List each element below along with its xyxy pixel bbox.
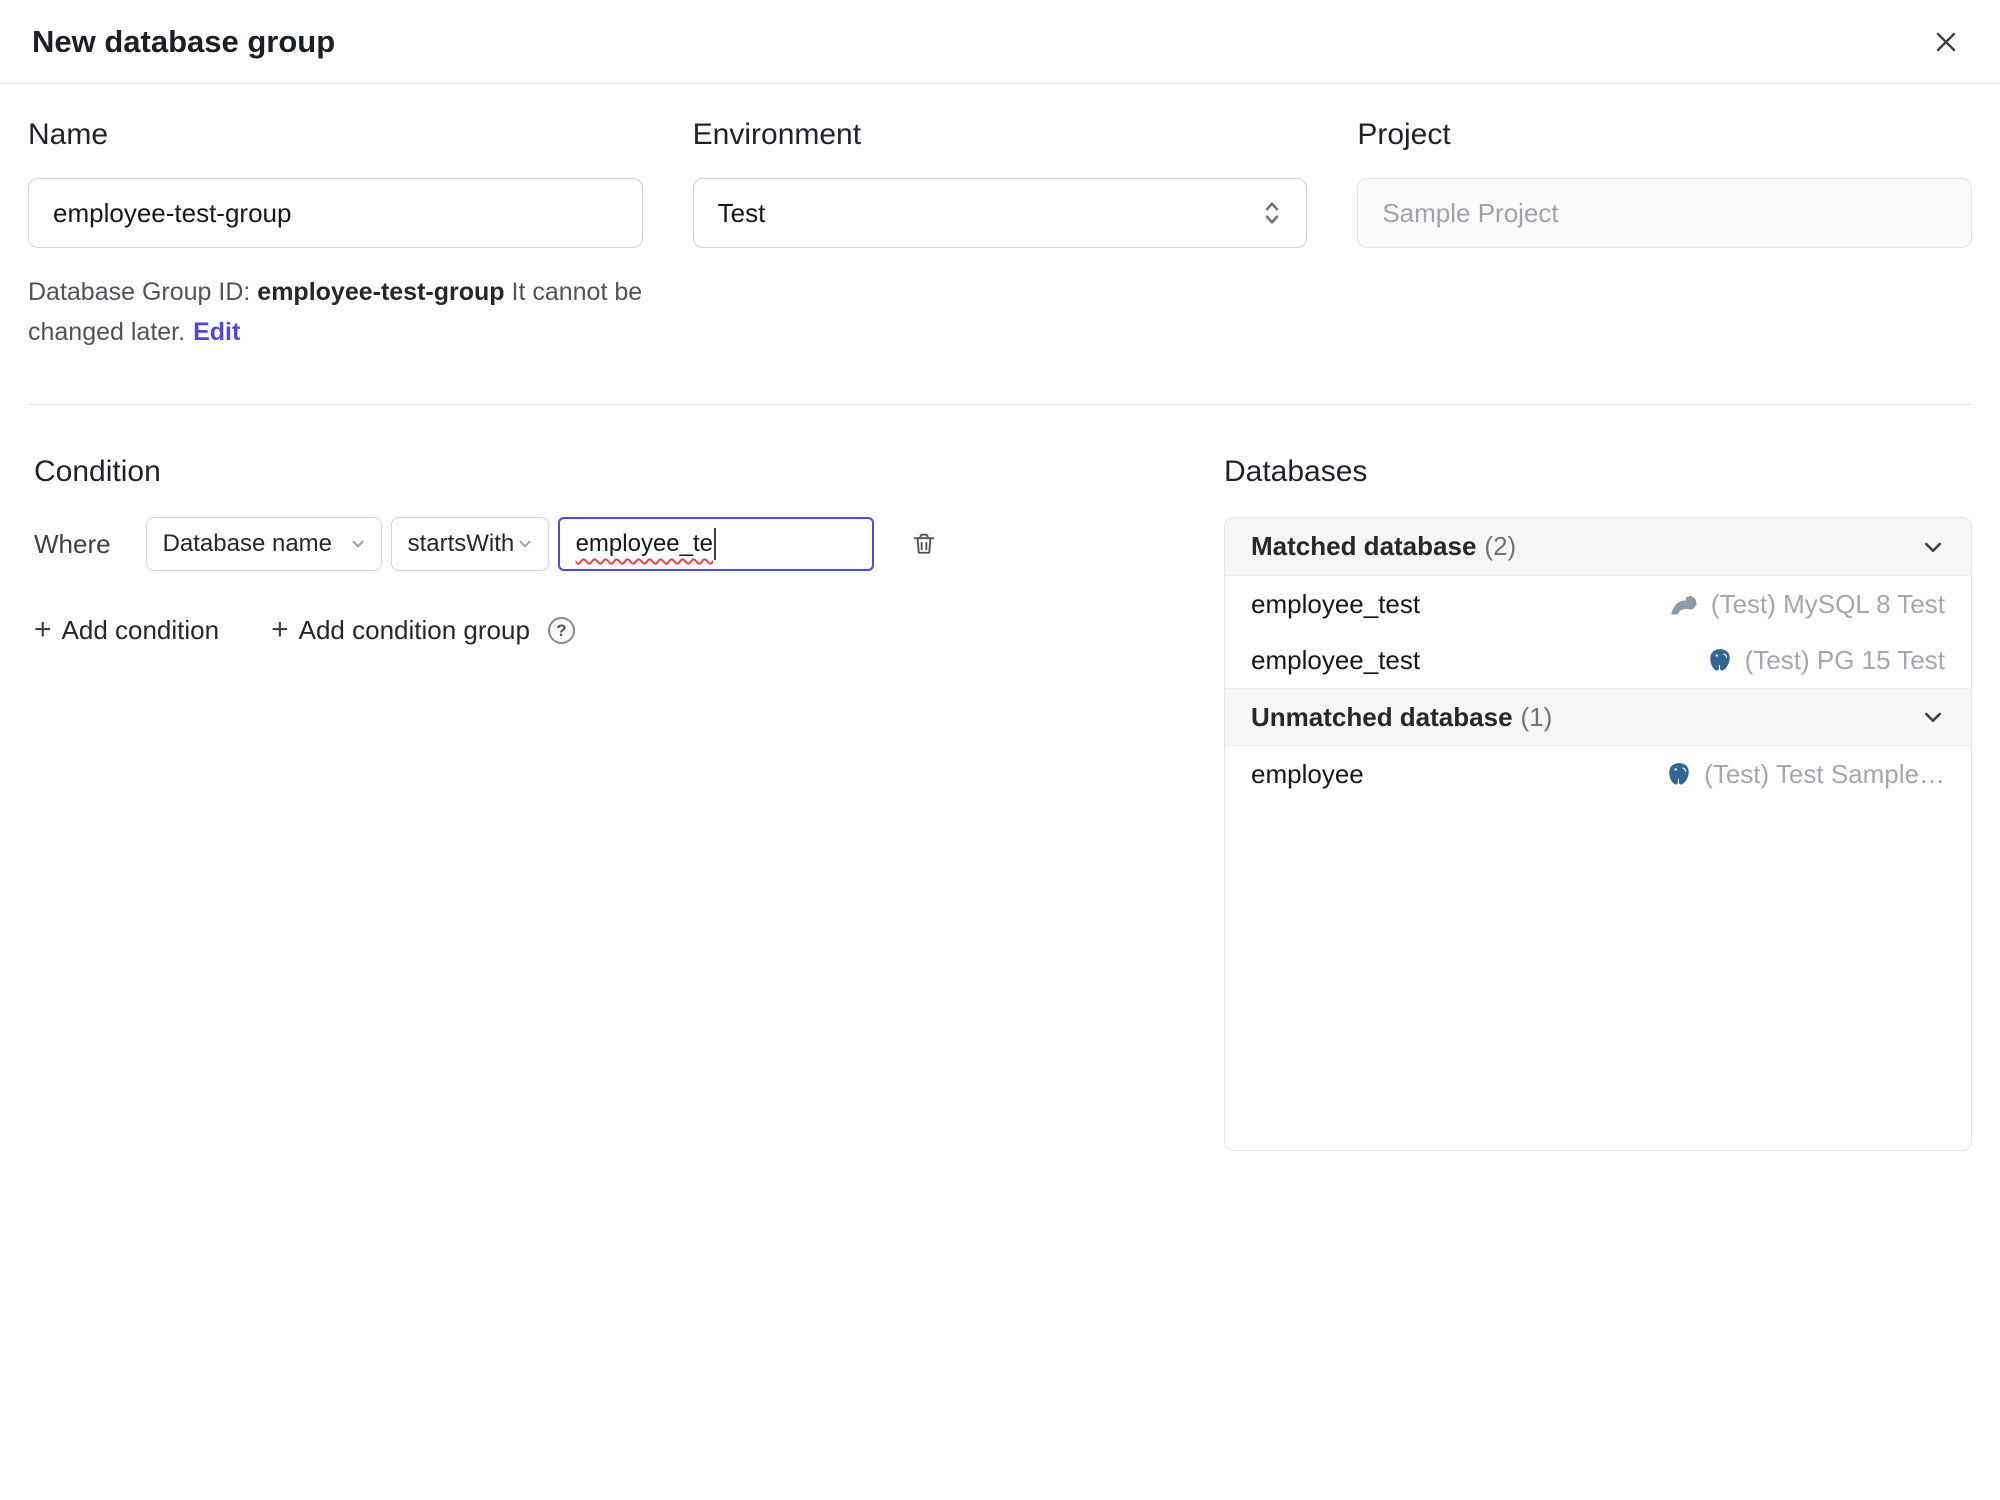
name-input[interactable] bbox=[28, 178, 643, 248]
delete-condition-button[interactable] bbox=[897, 517, 951, 571]
chevron-down-icon bbox=[1924, 712, 1942, 723]
condition-operator-select[interactable]: startsWith bbox=[390, 517, 549, 571]
dialog-body: Name Database Group ID: employee-test-gr… bbox=[0, 84, 2000, 1151]
chevron-down-icon bbox=[352, 540, 364, 548]
panel-empty-space bbox=[1225, 802, 1971, 1150]
database-name: employee_test bbox=[1251, 588, 1421, 619]
database-row: employee_test (Test) PG 15 Test bbox=[1225, 632, 1971, 688]
matched-section-header[interactable]: Matched database (2) bbox=[1225, 518, 1971, 576]
close-button[interactable] bbox=[1924, 20, 1968, 64]
dialog-header: New database group bbox=[0, 0, 2000, 84]
project-field: Project bbox=[1357, 118, 1972, 352]
database-name: employee bbox=[1251, 758, 1364, 789]
unmatched-section-title: Unmatched database bbox=[1251, 701, 1513, 732]
add-condition-group-label: Add condition group bbox=[298, 615, 530, 645]
help-icon[interactable]: ? bbox=[547, 617, 575, 644]
plus-icon: + bbox=[34, 612, 52, 646]
condition-field-value: Database name bbox=[162, 530, 333, 557]
form-row: Name Database Group ID: employee-test-gr… bbox=[28, 118, 1972, 352]
condition-operator-value: startsWith bbox=[407, 530, 515, 557]
project-input bbox=[1357, 178, 1972, 248]
section-divider bbox=[28, 404, 1972, 405]
group-id-value: employee-test-group bbox=[257, 278, 505, 306]
plus-icon: + bbox=[271, 612, 289, 646]
condition-row: Where Database name startsWith employee_… bbox=[34, 517, 1224, 571]
database-row: employee (Test) Test Sample… bbox=[1225, 746, 1971, 802]
chevron-down-icon bbox=[1924, 542, 1942, 552]
trash-icon bbox=[913, 533, 934, 554]
databases-panel: Matched database (2) employee_test (Test)… bbox=[1224, 517, 1972, 1151]
condition-actions: + Add condition + Add condition group ? bbox=[34, 612, 1224, 646]
postgresql-icon bbox=[1709, 649, 1730, 671]
matched-section-count: (2) bbox=[1484, 531, 1517, 561]
add-condition-label: Add condition bbox=[61, 615, 220, 645]
databases-heading: Databases bbox=[1224, 455, 1368, 488]
add-condition-group-button[interactable]: + Add condition group ? bbox=[271, 612, 575, 646]
database-instance-label: (Test) Test Sample… bbox=[1704, 758, 1945, 789]
unmatched-section-header[interactable]: Unmatched database (1) bbox=[1225, 688, 1971, 746]
environment-label: Environment bbox=[692, 118, 862, 151]
condition-section: Condition Where Database name startsWith bbox=[28, 455, 1224, 646]
database-instance-label: (Test) MySQL 8 Test bbox=[1710, 588, 1945, 619]
databases-section: Databases Matched database (2) employee_t… bbox=[1224, 455, 1972, 1151]
condition-field-select[interactable]: Database name bbox=[145, 517, 382, 571]
database-instance-label: (Test) PG 15 Test bbox=[1744, 644, 1945, 675]
database-instance: (Test) PG 15 Test bbox=[1707, 645, 1945, 676]
condition-value-text: employee_te bbox=[575, 530, 714, 557]
dialog-title: New database group bbox=[32, 23, 336, 59]
group-id-note-prefix: Database Group ID: bbox=[28, 278, 258, 306]
where-label: Where bbox=[34, 528, 111, 559]
name-label: Name bbox=[28, 118, 109, 151]
environment-field: Environment Test bbox=[692, 118, 1308, 352]
environment-select[interactable]: Test bbox=[692, 178, 1308, 248]
group-id-note: Database Group ID: employee-test-group I… bbox=[28, 272, 643, 352]
mysql-icon bbox=[1671, 595, 1698, 615]
unmatched-section-count: (1) bbox=[1520, 701, 1553, 732]
close-icon bbox=[1936, 32, 1956, 51]
project-label: Project bbox=[1357, 118, 1451, 151]
postgresql-icon bbox=[1669, 763, 1689, 785]
condition-value-input[interactable]: employee_te bbox=[557, 517, 874, 571]
chevron-down-icon bbox=[519, 540, 531, 548]
edit-link[interactable]: Edit bbox=[193, 318, 240, 346]
name-field: Name Database Group ID: employee-test-gr… bbox=[28, 118, 643, 352]
text-cursor bbox=[714, 528, 717, 560]
chevron-up-down-icon bbox=[1266, 202, 1279, 224]
database-instance: (Test) MySQL 8 Test bbox=[1669, 589, 1945, 620]
environment-select-value: Test bbox=[717, 197, 766, 228]
database-instance: (Test) Test Sample… bbox=[1666, 759, 1945, 790]
add-condition-button[interactable]: + Add condition bbox=[34, 612, 220, 646]
database-name: employee_test bbox=[1251, 644, 1421, 675]
database-row: employee_test (Test) MySQL 8 Test bbox=[1225, 576, 1971, 632]
condition-heading: Condition bbox=[34, 455, 161, 488]
matched-section-title: Matched database bbox=[1251, 531, 1477, 561]
